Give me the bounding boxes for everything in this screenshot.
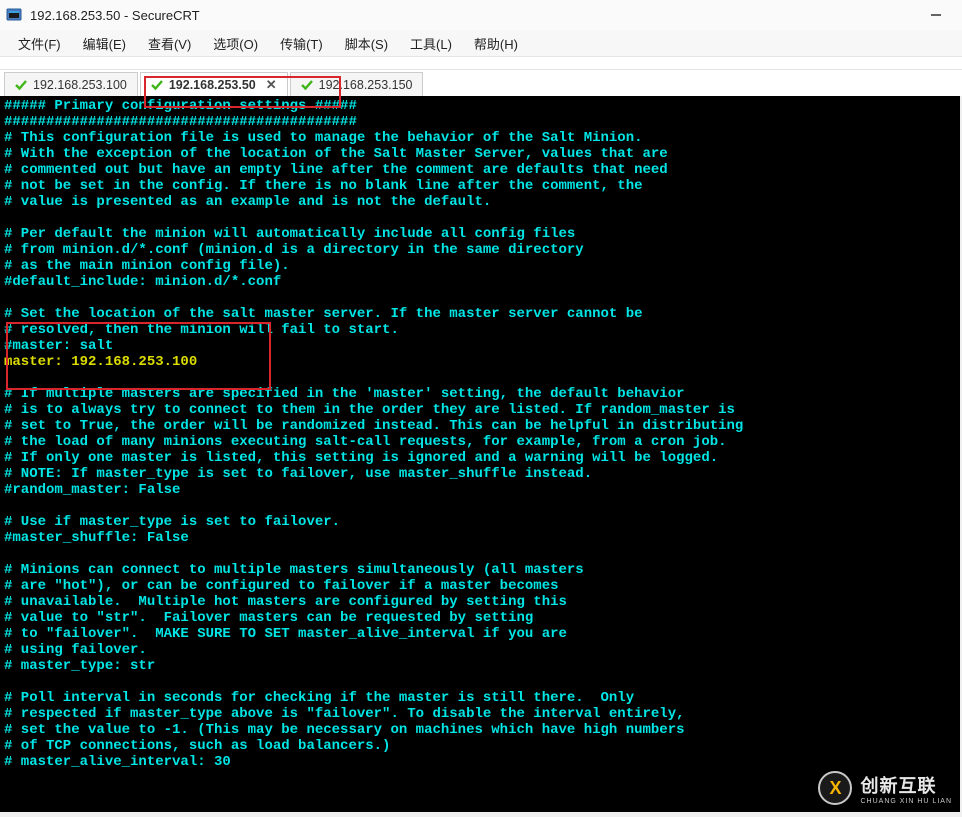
terminal-line: # respected if master_type above is "fai…	[4, 706, 956, 722]
terminal-line	[4, 674, 956, 690]
terminal-line: # If only one master is listed, this set…	[4, 450, 956, 466]
terminal-line: #default_include: minion.d/*.conf	[4, 274, 956, 290]
terminal-line	[4, 770, 956, 786]
window-title: 192.168.253.50 - SecureCRT	[30, 8, 922, 23]
menu-help[interactable]: 帮助(H)	[464, 31, 528, 56]
menu-script[interactable]: 脚本(S)	[335, 31, 398, 56]
terminal-line: # value is presented as an example and i…	[4, 194, 956, 210]
watermark-text-en: CHUANG XIN HU LIAN	[860, 798, 952, 805]
minimize-button[interactable]	[922, 5, 950, 25]
menu-transfer[interactable]: 传输(T)	[270, 31, 333, 56]
terminal-line: # master_alive_interval: 30	[4, 754, 956, 770]
terminal-line	[4, 546, 956, 562]
tab-label: 192.168.253.100	[33, 78, 127, 92]
terminal-line	[4, 370, 956, 386]
terminal-line: # set to True, the order will be randomi…	[4, 418, 956, 434]
terminal-line: # unavailable. Multiple hot masters are …	[4, 594, 956, 610]
check-icon	[151, 79, 163, 91]
terminal-line: # master_type: str	[4, 658, 956, 674]
terminal-line: # as the main minion config file).	[4, 258, 956, 274]
watermark-text-cn: 创新互联	[860, 772, 952, 798]
terminal-line: # commented out but have an empty line a…	[4, 162, 956, 178]
terminal-line: #master: salt	[4, 338, 956, 354]
terminal-line: # is to always try to connect to them in…	[4, 402, 956, 418]
window-controls	[922, 5, 956, 25]
menu-view[interactable]: 查看(V)	[138, 31, 201, 56]
menubar: 文件(F) 编辑(E) 查看(V) 选项(O) 传输(T) 脚本(S) 工具(L…	[0, 30, 962, 56]
terminal-line: # Per default the minion will automatica…	[4, 226, 956, 242]
terminal-line	[4, 498, 956, 514]
terminal-line	[4, 210, 956, 226]
watermark-logo-icon: X	[818, 771, 852, 805]
terminal-line: # set the value to -1. (This may be nece…	[4, 722, 956, 738]
tabbar: 192.168.253.100 192.168.253.50 ✕ 192.168…	[0, 70, 962, 96]
watermark: X 创新互联 CHUANG XIN HU LIAN	[818, 771, 952, 805]
terminal-line: # of TCP connections, such as load balan…	[4, 738, 956, 754]
terminal-line: # With the exception of the location of …	[4, 146, 956, 162]
app-icon	[6, 7, 22, 23]
terminal-line: master: 192.168.253.100	[4, 354, 956, 370]
check-icon	[15, 79, 27, 91]
terminal[interactable]: ##### Primary configuration settings ###…	[0, 96, 960, 812]
tab-session-3[interactable]: 192.168.253.150	[290, 72, 424, 96]
terminal-line: # using failover.	[4, 642, 956, 658]
menu-tools[interactable]: 工具(L)	[400, 31, 462, 56]
terminal-line: # Use if master_type is set to failover.	[4, 514, 956, 530]
terminal-line: # resolved, then the minion will fail to…	[4, 322, 956, 338]
terminal-line	[4, 290, 956, 306]
terminal-line: # If multiple masters are specified in t…	[4, 386, 956, 402]
terminal-line: # NOTE: If master_type is set to failove…	[4, 466, 956, 482]
terminal-line: ########################################…	[4, 114, 956, 130]
menu-options[interactable]: 选项(O)	[203, 31, 268, 56]
tab-label: 192.168.253.150	[319, 78, 413, 92]
menu-edit[interactable]: 编辑(E)	[73, 31, 136, 56]
terminal-line: # Set the location of the salt master se…	[4, 306, 956, 322]
menu-file[interactable]: 文件(F)	[8, 31, 71, 56]
terminal-line: # This configuration file is used to man…	[4, 130, 956, 146]
terminal-line: #master_shuffle: False	[4, 530, 956, 546]
check-icon	[301, 79, 313, 91]
terminal-line: # to "failover". MAKE SURE TO SET master…	[4, 626, 956, 642]
terminal-line: # Poll interval in seconds for checking …	[4, 690, 956, 706]
terminal-line: # are "hot"), or can be configured to fa…	[4, 578, 956, 594]
terminal-line: # Minions can connect to multiple master…	[4, 562, 956, 578]
terminal-line: # from minion.d/*.conf (minion.d is a di…	[4, 242, 956, 258]
terminal-line: # value to "str". Failover masters can b…	[4, 610, 956, 626]
tab-label: 192.168.253.50	[169, 78, 256, 92]
terminal-line: # not be set in the config. If there is …	[4, 178, 956, 194]
terminal-line: ##### Primary configuration settings ###…	[4, 98, 956, 114]
tab-session-1[interactable]: 192.168.253.100	[4, 72, 138, 96]
tab-session-2[interactable]: 192.168.253.50 ✕	[140, 72, 288, 96]
terminal-line: #random_master: False	[4, 482, 956, 498]
terminal-line: # the load of many minions executing sal…	[4, 434, 956, 450]
toolbar-separator	[0, 56, 962, 70]
titlebar: 192.168.253.50 - SecureCRT	[0, 0, 962, 30]
close-icon[interactable]: ✕	[266, 77, 277, 93]
